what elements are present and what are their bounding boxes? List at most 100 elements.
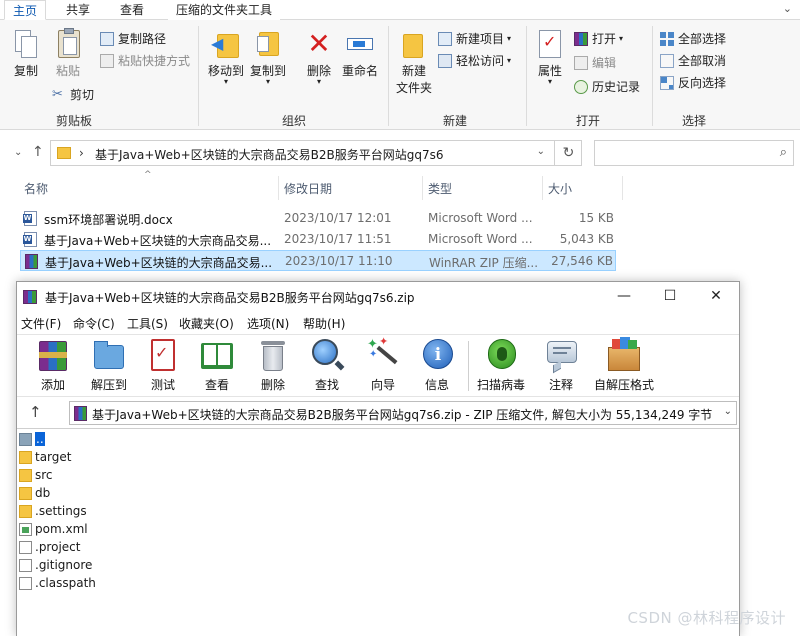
address-bar[interactable]: › 基于Java+Web+区块链的大宗商品交易B2B服务平台网站gq7s6 ⌄ [50,140,582,166]
clipboard-group-label: 剪贴板 [56,114,93,128]
search-input[interactable]: ⌕ [594,140,794,166]
breadcrumb-chevron-icon[interactable]: › [79,146,84,160]
select-all-button[interactable]: 全部选择 [660,30,726,47]
column-type[interactable]: 类型 [428,180,452,197]
file-date: 2023/10/17 11:10 [285,254,393,268]
file-icon [19,541,32,554]
find-magnifier-icon [309,337,345,373]
winrar-title-bar[interactable]: 基于Java+Web+区块链的大宗商品交易B2B服务平台网站gq7s6.zip … [17,282,739,312]
file-size: 15 KB [578,211,614,225]
item-name: .settings [35,504,87,518]
cut-label: 剪切 [70,88,95,102]
search-icon: ⌕ [779,145,787,160]
copy-path-button[interactable]: 复制路径 [100,30,166,47]
invert-selection-button[interactable]: 反向选择 [660,74,726,91]
chevron-down-icon[interactable]: ⌄ [724,406,732,417]
archive-path-combobox[interactable]: 基于Java+Web+区块链的大宗商品交易B2B服务平台网站gq7s6.zip … [69,401,737,425]
paste-button[interactable]: 粘贴 [50,28,86,79]
tool-find-button[interactable]: 查找 [301,337,353,393]
new-folder-button[interactable]: 新建 文件夹 [394,28,434,96]
ribbon-separator [526,26,527,126]
refresh-button[interactable]: ↻ [554,140,582,166]
menu-options[interactable]: 选项(N) [247,315,289,332]
edit-pencil-icon [574,55,588,70]
menu-tools[interactable]: 工具(S) [127,315,168,332]
tool-wizard-button[interactable]: ✦ ✦ ✦ 向导 [357,335,409,393]
rename-button[interactable]: 重命名 [340,28,380,79]
breadcrumb-path[interactable]: 基于Java+Web+区块链的大宗商品交易B2B服务平台网站gq7s6 [95,146,443,163]
file-type: WinRAR ZIP 压缩... [429,256,539,270]
delete-button[interactable]: ✕ 删除 ▾ [302,28,336,86]
ribbon-separator [198,26,199,126]
up-arrow-icon[interactable]: ↑ [32,144,44,160]
tool-label: 注释 [548,378,573,392]
menu-help[interactable]: 帮助(H) [303,315,345,332]
copy-to-button[interactable]: 复制到 ▾ [248,28,288,86]
file-name: 基于Java+Web+区块链的大宗商品交易... [45,256,273,270]
easy-access-button[interactable]: 轻松访问 ▾ [438,52,511,69]
folder-icon [19,505,32,518]
tab-view[interactable]: 查看 [112,0,152,20]
select-none-button[interactable]: 全部取消 [660,52,726,69]
item-name: db [35,486,51,500]
file-date: 2023/10/17 12:01 [284,211,392,225]
clipboard-icon [53,28,83,60]
open-button[interactable]: 打开 ▾ [574,30,623,47]
column-name[interactable]: 名称 [24,180,48,197]
invert-selection-icon [660,75,674,90]
close-button[interactable]: ✕ [693,282,739,312]
tab-compressed-folder-tools[interactable]: 压缩的文件夹工具 [168,0,281,20]
tool-virus-scan-button[interactable]: 扫描病毒 [475,337,527,393]
column-divider[interactable] [542,176,543,200]
menu-commands[interactable]: 命令(C) [73,315,115,332]
tool-comment-button[interactable]: 注释 [535,337,587,393]
new-folder-label-line2: 文件夹 [395,81,432,95]
close-icon: ✕ [710,288,722,304]
column-divider[interactable] [422,176,423,200]
tool-info-button[interactable]: i 信息 [411,337,463,393]
test-icon: ✓ [145,337,181,373]
column-date[interactable]: 修改日期 [284,180,332,197]
tool-sfx-button[interactable]: 自解压格式 [589,337,659,393]
rename-label: 重命名 [341,64,378,78]
paste-shortcut-button[interactable]: 粘贴快捷方式 [100,52,190,69]
column-divider[interactable] [278,176,279,200]
new-item-button[interactable]: 新建项目 ▾ [438,30,511,47]
tool-delete-button[interactable]: 删除 [247,337,299,393]
move-to-button[interactable]: ◀ 移动到 ▾ [206,28,246,86]
new-item-label: 新建项目 [456,32,505,46]
recent-locations-icon[interactable]: ⌄ [14,147,22,158]
edit-button[interactable]: 编辑 [574,54,616,71]
file-row-selected[interactable]: 基于Java+Web+区块链的大宗商品交易... 2023/10/17 11:1… [20,250,616,271]
tool-test-button[interactable]: ✓ 测试 [137,337,189,393]
up-folder-icon[interactable]: ↑ [29,403,42,421]
new-folder-icon [399,28,429,60]
menu-file[interactable]: 文件(F) [21,315,61,332]
tab-home[interactable]: 主页 [4,0,47,20]
column-size[interactable]: 大小 [548,180,572,197]
menu-favorites[interactable]: 收藏夹(O) [179,315,234,332]
item-name: .gitignore [35,558,93,572]
tool-view-button[interactable]: 查看 [191,337,243,393]
address-dropdown-icon[interactable]: ⌄ [537,146,545,157]
ribbon-collapse-icon[interactable]: ⌄ [783,2,792,15]
copy-button[interactable]: 复制 [8,28,44,79]
move-to-icon: ◀ [211,28,241,60]
file-row[interactable]: 基于Java+Web+区块链的大宗商品交易... 2023/10/17 11:5… [20,229,616,250]
tool-label: 扫描病毒 [476,378,525,392]
minimize-icon: — [617,288,631,304]
history-button[interactable]: 历史记录 [574,78,640,95]
tab-share[interactable]: 共享 [58,0,98,20]
maximize-button[interactable]: ☐ [647,282,693,312]
file-row[interactable]: ssm环境部署说明.docx 2023/10/17 12:01 Microsof… [20,208,616,229]
cut-button[interactable]: ✂ 剪切 [52,86,94,103]
column-divider[interactable] [622,176,623,200]
sfx-box-icon [606,337,642,373]
tool-extract-to-button[interactable]: 解压到 [83,337,135,393]
invert-selection-label: 反向选择 [678,76,727,90]
copy-label: 复制 [13,64,38,78]
minimize-button[interactable]: — [601,282,647,312]
properties-button[interactable]: ✓ 属性 ▾ [534,28,566,86]
tool-add-button[interactable]: 添加 [27,337,79,393]
history-clock-icon [574,79,588,94]
